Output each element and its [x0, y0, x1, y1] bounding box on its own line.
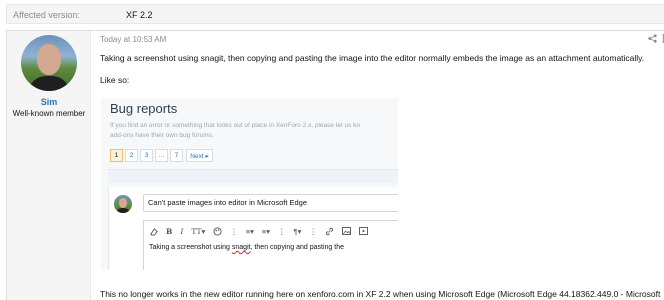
more-icon: ⋮: [278, 226, 286, 236]
text-size-icon: TT▾: [191, 226, 206, 236]
affected-version-bar: Affected version: XF 2.2: [6, 4, 664, 24]
more-icon: ⋮: [309, 226, 317, 236]
more-icon: ⋮: [230, 226, 238, 236]
media-icon: [358, 225, 368, 237]
message-content: Today at 10:53 AM Taking a screenshot us…: [92, 31, 664, 300]
message-date-link[interactable]: Today at 10:53 AM: [100, 35, 166, 44]
misspelled-word: snagit: [231, 244, 251, 251]
user-title: Well-known member: [12, 109, 86, 118]
message-post: Sim Well-known member Today at 10:53 AM …: [6, 30, 664, 300]
rich-text-editor: B I TT▾ ⋮ ≡▾ ≡▾ ⋮ ¶▾ ⋮ Taking a screensh…: [143, 220, 398, 270]
bold-icon: B: [166, 226, 173, 236]
next-page-button: Next ▸: [186, 149, 213, 162]
share-icon[interactable]: [648, 34, 657, 43]
message-paragraph: Like so:: [100, 75, 130, 85]
image-icon: [341, 225, 351, 237]
screenshot-reply-box: Can't paste images into editor in Micros…: [108, 187, 398, 270]
paragraph-icon: ¶▾: [293, 226, 302, 236]
affected-version-label: Affected version:: [13, 10, 80, 20]
user-info-column: Sim Well-known member: [7, 31, 91, 300]
link-icon: [325, 225, 334, 237]
page-link: 3: [140, 149, 153, 162]
screenshot-forum-description: If you find an error or something that l…: [110, 122, 361, 139]
editor-toolbar: B I TT▾ ⋮ ≡▾ ≡▾ ⋮ ¶▾ ⋮: [149, 225, 376, 237]
list-icon: ≡▾: [245, 226, 254, 236]
page-link: 2: [125, 149, 138, 162]
screenshot-divider-band: [108, 169, 398, 183]
screenshot-pagination: 1 2 3 ... 7 Next ▸: [110, 149, 215, 162]
italic-icon: I: [180, 226, 184, 236]
screenshot-forum-title: Bug reports: [110, 101, 178, 116]
palette-icon: [213, 225, 222, 237]
avatar[interactable]: [21, 35, 77, 91]
page-link: 7: [170, 149, 183, 162]
message-paragraph: Taking a screenshot using snagit, then c…: [100, 53, 645, 63]
editor-body-text: Taking a screenshot using snagit, then c…: [149, 244, 344, 251]
message-paragraph: This no longer works in the new editor r…: [100, 289, 661, 299]
avatar: [114, 195, 132, 213]
align-icon: ≡▾: [261, 226, 271, 236]
page-link: 1: [110, 149, 123, 162]
affected-version-value: XF 2.2: [126, 10, 153, 20]
embedded-screenshot[interactable]: Bug reports If you find an error or some…: [101, 98, 398, 270]
user-name-link[interactable]: Sim: [7, 97, 91, 107]
eraser-icon: [149, 225, 158, 237]
page-ellipsis: ...: [155, 149, 168, 162]
thread-title-field: Can't paste images into editor in Micros…: [143, 194, 398, 212]
